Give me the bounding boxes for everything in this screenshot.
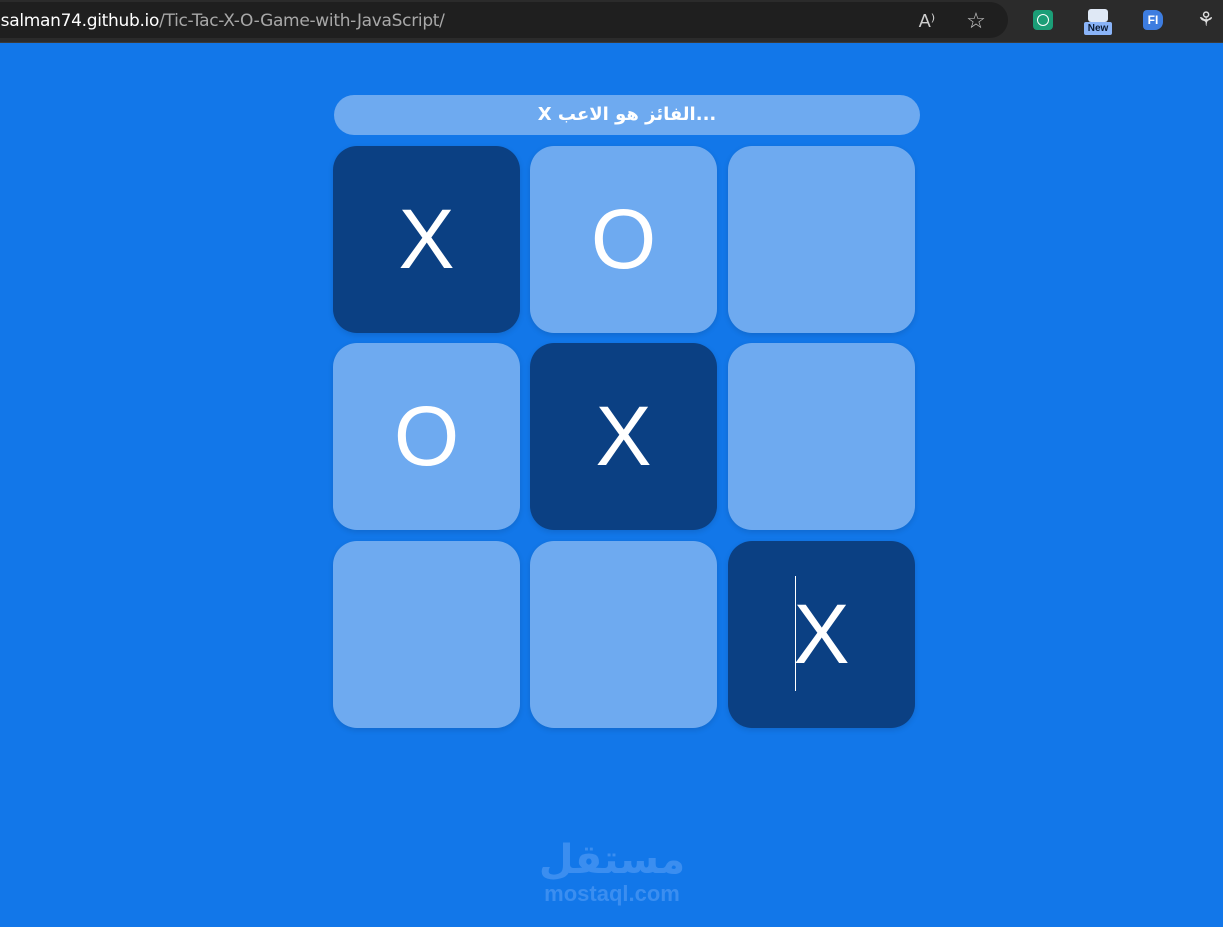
cell-6[interactable] [333,541,520,728]
cell-4[interactable]: X [530,343,717,530]
watermark-arabic: مستقل [538,837,686,883]
url-path: /Tic-Tac-X-O-Game-with-JavaScript/ [159,11,445,31]
url-host: edsalman74.github.io [0,11,160,31]
cell-2[interactable] [728,146,915,333]
address-bar[interactable]: edsalman74.github.io/Tic-Tac-X-O-Game-wi… [0,2,1008,38]
puzzle-icon[interactable]: ⚘ [1196,10,1216,30]
text-cursor [795,576,796,691]
cell-1[interactable]: O [530,146,717,333]
watermark-latin: mostaql.com [544,881,680,906]
game-status: ...الفائز هو الاعب X [334,95,920,135]
mostaql-watermark: مستقل mostaql.com [537,838,687,906]
new-badge-extension-icon[interactable]: New [1084,9,1112,37]
read-aloud-icon[interactable]: A⁾ [916,10,938,32]
cell-3[interactable]: O [333,343,520,530]
cell-5[interactable] [728,343,915,530]
hexagon-extension-icon[interactable] [1033,10,1053,30]
new-badge: New [1084,22,1112,35]
cell-7[interactable] [530,541,717,728]
fi-extension-icon[interactable]: FI [1143,10,1163,30]
game-board: X O O X X [333,146,915,728]
cell-8[interactable]: X [728,541,915,728]
cell-0[interactable]: X [333,146,520,333]
url-text[interactable]: edsalman74.github.io/Tic-Tac-X-O-Game-wi… [0,11,445,31]
browser-toolbar: edsalman74.github.io/Tic-Tac-X-O-Game-wi… [0,0,1223,43]
star-icon[interactable]: ☆ [965,10,987,32]
extension-glyph [1088,9,1108,22]
